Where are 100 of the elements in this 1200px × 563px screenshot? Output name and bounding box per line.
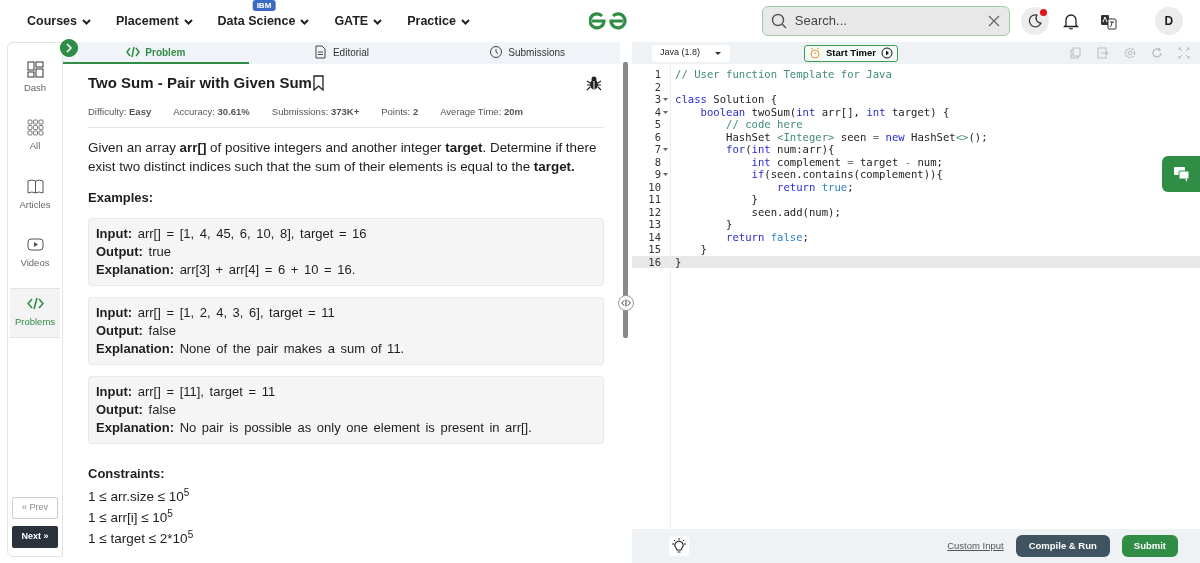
code-line: if(seen.contains(complement)){: [750, 168, 943, 181]
expand-button[interactable]: [60, 39, 78, 57]
constraint-text: 1 ≤ arr.size ≤ 10$^{5}$: [88, 485, 191, 506]
line-number: 16: [632, 255, 670, 268]
chevron-down-icon: [182, 16, 194, 26]
fold-icon[interactable]: [663, 148, 668, 151]
dashboard-icon: [26, 61, 44, 78]
sidebar-item[interactable]: All: [10, 113, 60, 162]
fold-icon[interactable]: [663, 110, 668, 114]
code-line: HashSet <Integer> seen = new HashSet<>();: [725, 130, 988, 143]
section-heading: Constraints:: [88, 465, 166, 484]
chat-button[interactable]: [1162, 156, 1200, 192]
compile-run-button[interactable]: Compile & Run: [1015, 535, 1110, 557]
code-line: class Solution {: [674, 93, 778, 106]
bookmark-icon[interactable]: [311, 75, 325, 92]
play-icon: [881, 47, 893, 59]
chevron-down-icon: [299, 16, 311, 26]
line-number: 11: [647, 193, 662, 206]
line-number: 5: [653, 118, 662, 131]
fold-icon[interactable]: [663, 173, 668, 176]
problem-stat: Difficulty: Easy: [88, 104, 152, 119]
code-line: int complement = target - num;: [750, 155, 943, 168]
constraint-text: 1 ≤ arr[i] ≤ 10$^{5}$: [88, 506, 174, 527]
line-number: 10: [647, 180, 662, 193]
tab[interactable]: Submissions: [434, 42, 620, 64]
clear-icon[interactable]: [986, 14, 1001, 28]
theme-toggle[interactable]: [1020, 7, 1049, 35]
bug-report-icon[interactable]: [586, 75, 602, 92]
nav-menu[interactable]: Data Science: [217, 11, 311, 31]
code-line: for(int num:arr){: [725, 143, 835, 156]
sidebar-item[interactable]: Problems: [10, 288, 60, 339]
fold-icon[interactable]: [663, 98, 668, 101]
line-number: 2: [653, 80, 662, 93]
problem-statement: Given an array arr[] of positive integers and another integer target. Determine if there exist two distinct indices such that the sum of their elements is equal to the target.: [88, 138, 598, 176]
book-icon: [26, 177, 44, 195]
line-number: 3: [632, 93, 670, 106]
code-icon: [26, 295, 44, 312]
line-number: 14: [647, 230, 662, 243]
clock-icon: [489, 45, 504, 59]
line-number: 4: [632, 105, 670, 118]
document-icon: [313, 45, 328, 59]
nav-menu[interactable]: Placement: [116, 11, 194, 31]
line-number: 1: [653, 68, 662, 81]
line-number: 15: [647, 243, 662, 256]
nav-menu[interactable]: Courses: [27, 11, 93, 31]
line-number: 12: [647, 205, 662, 218]
example-line: Input: arr[] = [11], target = 11: [96, 383, 277, 402]
line-number: 6: [653, 130, 662, 143]
example-line: Output: false: [96, 401, 177, 420]
grid-icon: [26, 119, 44, 137]
constraint-text: 1 ≤ target ≤ 2*10$^{5}$: [88, 527, 195, 548]
submit-button[interactable]: Submit: [1121, 535, 1178, 557]
code-line: // code here: [725, 118, 803, 131]
start-timer-button[interactable]: Start Timer: [804, 44, 898, 62]
language-select[interactable]: Java (1.8): [652, 44, 730, 62]
alarm-icon: [809, 47, 821, 59]
tab[interactable]: Editorial: [248, 42, 435, 64]
nav-menu[interactable]: Practice: [407, 11, 471, 31]
code-line: return false;: [725, 230, 809, 243]
problem-stat: Average Time: 20m: [440, 104, 523, 119]
chevron-down-icon: [459, 16, 471, 26]
code-line: boolean twoSum(int arr[], int target) {: [699, 105, 950, 118]
example-line: Output: false: [96, 322, 177, 341]
code-line: return true;: [776, 180, 854, 193]
code-line: }: [750, 193, 758, 206]
nav-badge: IBM: [252, 0, 276, 11]
user-avatar[interactable]: D: [1154, 7, 1183, 35]
next-button[interactable]: Next »: [12, 526, 58, 548]
search-field[interactable]: Search...: [792, 10, 981, 32]
code-line: }: [725, 218, 733, 231]
custom-input-link[interactable]: Custom Input: [947, 538, 1004, 554]
problem-stat: Points: 2: [381, 104, 419, 119]
moon-icon: [1026, 13, 1043, 29]
sidebar-item[interactable]: Videos: [10, 229, 60, 278]
code-line: seen.add(num);: [750, 205, 841, 218]
search-icon: [770, 13, 787, 29]
lightbulb-icon: [671, 538, 687, 554]
hint-button[interactable]: [669, 536, 689, 556]
nav-menu[interactable]: GATE: [334, 11, 384, 31]
translate-icon[interactable]: [1099, 12, 1117, 30]
sidebar-item[interactable]: Dash: [10, 55, 60, 104]
example-line: Explanation: None of the pair makes a sum of 11.: [96, 340, 406, 359]
chevron-down-icon: [372, 16, 384, 26]
problem-stat: Accuracy: 30.61%: [173, 104, 250, 119]
video-icon: [26, 235, 44, 253]
line-number: 13: [647, 218, 662, 231]
section-heading: Examples:: [88, 188, 155, 207]
bell-icon[interactable]: [1061, 12, 1080, 30]
example-line: Input: arr[] = [1, 2, 4, 3, 6], target = 11: [96, 304, 336, 323]
line-number: 7: [632, 143, 670, 156]
code-line: }: [699, 243, 707, 256]
search-bar[interactable]: Search...: [761, 6, 1010, 36]
caret-icon: [714, 50, 722, 56]
example-line: Explanation: arr[3] + arr[4] = 6 + 10 = 16.: [96, 261, 357, 280]
resize-handle[interactable]: [618, 294, 634, 311]
chevron-down-icon: [81, 16, 93, 26]
line-number: 9: [632, 168, 670, 181]
sidebar-item[interactable]: Articles: [10, 171, 60, 220]
line-number: 8: [653, 155, 662, 168]
example-line: Output: true: [96, 243, 172, 262]
